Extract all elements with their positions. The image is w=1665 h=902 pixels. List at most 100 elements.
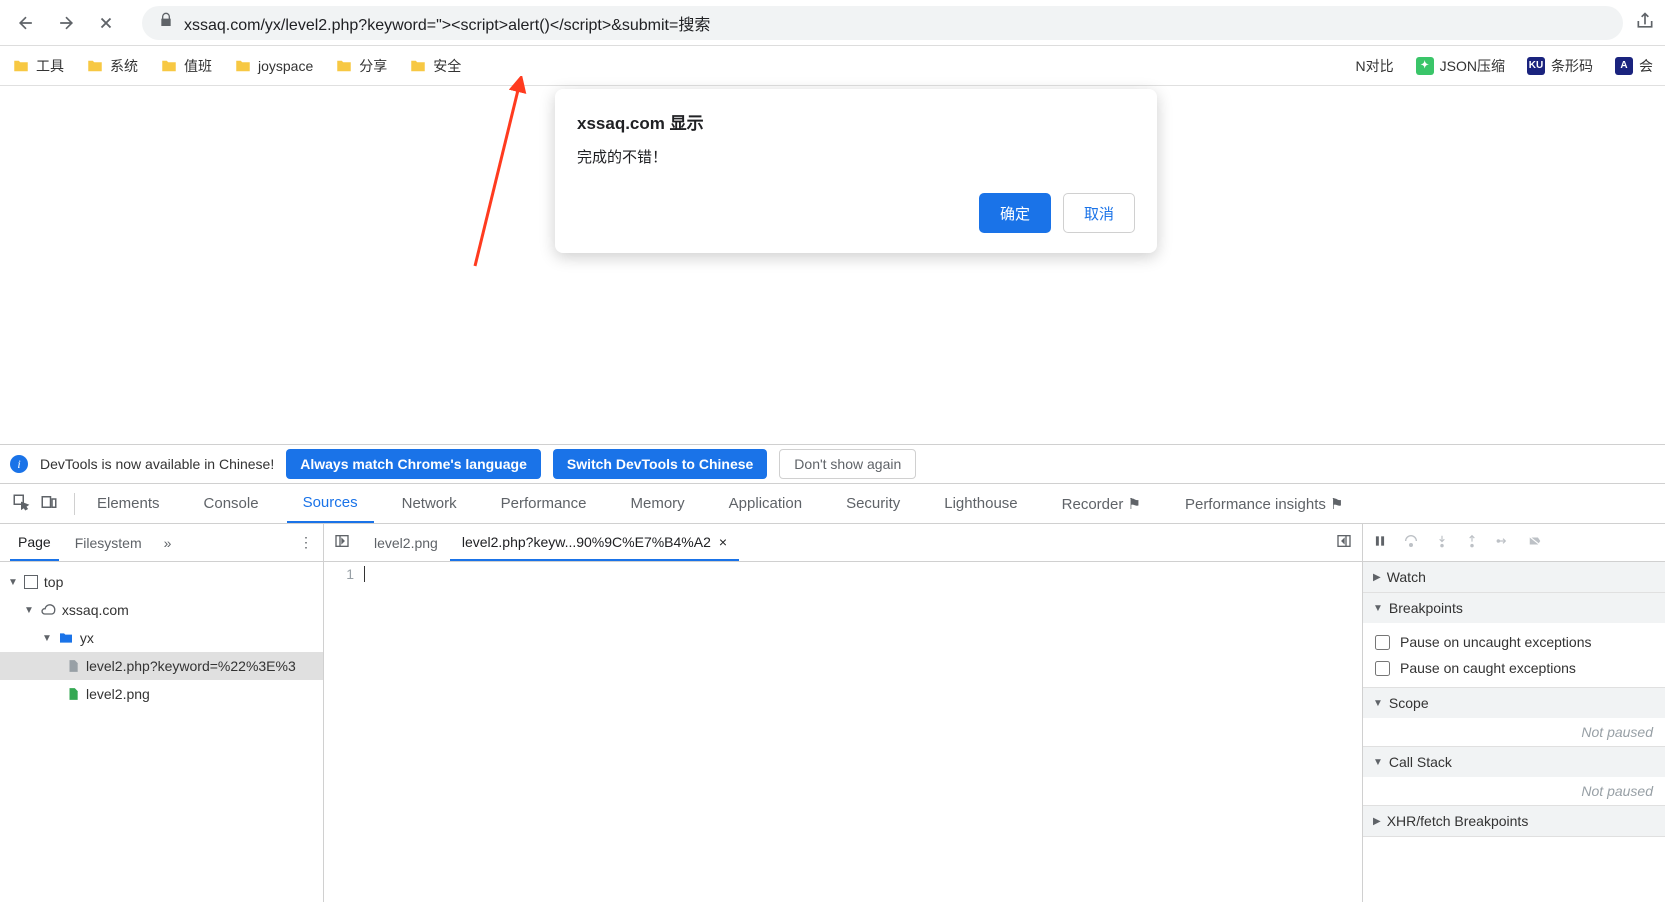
always-match-language-button[interactable]: Always match Chrome's language xyxy=(286,449,541,479)
close-icon xyxy=(97,14,115,32)
toggle-navigator-icon[interactable] xyxy=(334,533,350,552)
alert-cancel-button[interactable]: 取消 xyxy=(1063,193,1135,233)
app-icon: A xyxy=(1615,57,1633,75)
sources-sidebar: Page Filesystem » ⋮ ▼ top ▼ xssaq.com ▼ … xyxy=(0,524,324,902)
editor-tab-bar: level2.png level2.php?keyw...90%9C%E7%B4… xyxy=(324,524,1362,562)
javascript-alert-dialog: xssaq.com 显示 完成的不错！ 确定 取消 xyxy=(555,89,1157,253)
back-button[interactable] xyxy=(10,7,42,39)
more-tabs-icon[interactable]: » xyxy=(164,535,172,551)
navigator-tab-filesystem[interactable]: Filesystem xyxy=(67,524,150,561)
disclosure-triangle-icon[interactable]: ▼ xyxy=(8,577,18,588)
scope-section-header[interactable]: ▼Scope xyxy=(1363,688,1665,718)
bookmark-item[interactable]: KU条形码 xyxy=(1527,56,1593,76)
bookmark-item[interactable]: 安全 xyxy=(409,56,461,76)
folder-icon xyxy=(12,57,30,75)
share-icon[interactable] xyxy=(1635,11,1655,34)
dont-show-again-button[interactable]: Don't show again xyxy=(779,449,916,479)
tab-elements[interactable]: Elements xyxy=(81,484,176,523)
devtools-tab-bar: Elements Console Sources Network Perform… xyxy=(0,484,1665,524)
url-text: xssaq.com/yx/level2.php?keyword="><scrip… xyxy=(184,11,710,35)
tab-memory[interactable]: Memory xyxy=(615,484,701,523)
alert-title: xssaq.com 显示 xyxy=(577,109,1135,134)
pause-caught-checkbox[interactable]: Pause on caught exceptions xyxy=(1375,655,1653,681)
breakpoints-section-header[interactable]: ▼Breakpoints xyxy=(1363,593,1665,623)
stop-button[interactable] xyxy=(90,7,122,39)
run-snippet-icon[interactable] xyxy=(1336,533,1352,552)
switch-devtools-language-button[interactable]: Switch DevTools to Chinese xyxy=(553,449,767,479)
notice-text: DevTools is now available in Chinese! xyxy=(40,456,274,472)
disclosure-triangle-icon[interactable]: ▼ xyxy=(24,605,34,616)
step-over-icon[interactable] xyxy=(1403,533,1419,552)
callstack-section-header[interactable]: ▼Call Stack xyxy=(1363,747,1665,777)
editor-tab[interactable]: level2.png xyxy=(362,524,450,561)
inspect-element-icon[interactable] xyxy=(12,493,30,515)
sources-editor: level2.png level2.php?keyw...90%9C%E7%B4… xyxy=(324,524,1363,902)
tab-lighthouse[interactable]: Lighthouse xyxy=(928,484,1033,523)
sources-panel: Page Filesystem » ⋮ ▼ top ▼ xssaq.com ▼ … xyxy=(0,524,1665,902)
bookmark-item[interactable]: 值班 xyxy=(160,56,212,76)
bookmark-item[interactable]: A会 xyxy=(1615,56,1653,76)
tab-network[interactable]: Network xyxy=(386,484,473,523)
file-tree[interactable]: ▼ top ▼ xssaq.com ▼ yx level2.php?keywor… xyxy=(0,562,323,902)
tree-item-file[interactable]: level2.php?keyword=%22%3E%3 xyxy=(0,652,323,680)
step-into-icon[interactable] xyxy=(1435,533,1449,552)
bookmark-item[interactable]: 系统 xyxy=(86,56,138,76)
tab-recorder[interactable]: Recorder ⚑ xyxy=(1046,484,1157,523)
bookmark-item[interactable]: joyspace xyxy=(234,57,313,75)
tab-performance-insights[interactable]: Performance insights ⚑ xyxy=(1169,484,1360,523)
watch-section-header[interactable]: ▶Watch xyxy=(1363,562,1665,592)
bookmark-item[interactable]: 分享 xyxy=(335,56,387,76)
debugger-pane: ▶Watch ▼Breakpoints Pause on uncaught ex… xyxy=(1363,524,1665,902)
file-icon xyxy=(66,658,80,674)
info-icon: i xyxy=(10,455,28,473)
separator xyxy=(74,493,75,515)
bookmarks-bar: 工具 系统 值班 joyspace 分享 安全 N对比 ✦JSON压缩 KU条形… xyxy=(0,46,1665,86)
disclosure-triangle-icon[interactable]: ▼ xyxy=(42,633,52,644)
cloud-icon xyxy=(40,602,56,618)
xhr-breakpoints-section-header[interactable]: ▶XHR/fetch Breakpoints xyxy=(1363,806,1665,836)
alert-ok-button[interactable]: 确定 xyxy=(979,193,1051,233)
pause-icon[interactable] xyxy=(1373,534,1387,551)
tab-performance[interactable]: Performance xyxy=(485,484,603,523)
debugger-toolbar xyxy=(1363,524,1665,562)
folder-icon xyxy=(160,57,178,75)
step-out-icon[interactable] xyxy=(1465,533,1479,552)
tab-application[interactable]: Application xyxy=(713,484,818,523)
tree-item-top[interactable]: ▼ top xyxy=(0,568,323,596)
bookmark-item[interactable]: 工具 xyxy=(12,56,64,76)
image-file-icon xyxy=(66,686,80,702)
tab-console[interactable]: Console xyxy=(188,484,275,523)
step-icon[interactable] xyxy=(1495,534,1511,551)
tree-item-domain[interactable]: ▼ xssaq.com xyxy=(0,596,323,624)
deactivate-breakpoints-icon[interactable] xyxy=(1527,534,1543,551)
browser-toolbar: xssaq.com/yx/level2.php?keyword="><scrip… xyxy=(0,0,1665,46)
tab-sources[interactable]: Sources xyxy=(287,484,374,523)
lock-icon xyxy=(158,12,174,33)
callstack-not-paused: Not paused xyxy=(1363,777,1665,805)
devtools-language-notice: i DevTools is now available in Chinese! … xyxy=(0,444,1665,484)
tab-security[interactable]: Security xyxy=(830,484,916,523)
sources-navigator-tabs: Page Filesystem » ⋮ xyxy=(0,524,323,562)
device-toolbar-icon[interactable] xyxy=(40,493,58,515)
bookmark-item[interactable]: ✦JSON压缩 xyxy=(1416,56,1505,76)
arrow-right-icon xyxy=(56,13,76,33)
app-icon: KU xyxy=(1527,57,1545,75)
kebab-menu-icon[interactable]: ⋮ xyxy=(299,534,313,551)
bookmark-item[interactable]: N对比 xyxy=(1356,56,1394,76)
forward-button[interactable] xyxy=(50,7,82,39)
tree-item-directory[interactable]: ▼ yx xyxy=(0,624,323,652)
annotation-arrow-icon xyxy=(455,76,535,276)
folder-icon xyxy=(234,57,252,75)
page-viewport: xssaq.com 显示 完成的不错！ 确定 取消 xyxy=(0,86,1665,444)
line-number: 1 xyxy=(324,562,364,902)
editor-tab[interactable]: level2.php?keyw...90%9C%E7%B4%A2 × xyxy=(450,524,739,561)
close-tab-icon[interactable]: × xyxy=(719,534,727,550)
folder-icon xyxy=(409,57,427,75)
folder-icon xyxy=(335,57,353,75)
navigator-tab-page[interactable]: Page xyxy=(10,524,59,561)
pause-uncaught-checkbox[interactable]: Pause on uncaught exceptions xyxy=(1375,629,1653,655)
code-editor[interactable]: 1 xyxy=(324,562,1362,902)
tree-item-file[interactable]: level2.png xyxy=(0,680,323,708)
code-line xyxy=(364,562,365,902)
address-bar[interactable]: xssaq.com/yx/level2.php?keyword="><scrip… xyxy=(142,6,1623,40)
